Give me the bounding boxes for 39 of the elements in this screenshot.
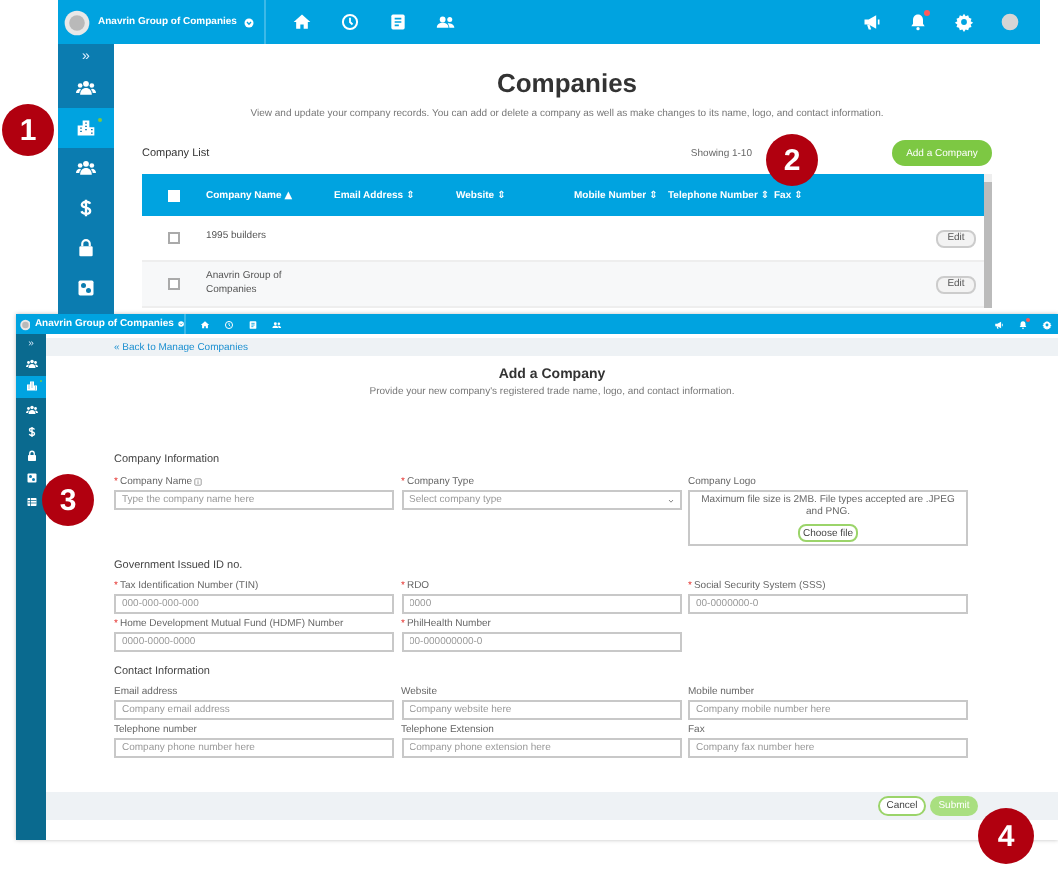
lock-icon[interactable] <box>76 238 96 258</box>
info-icon[interactable] <box>194 478 203 486</box>
step-marker: 1 <box>2 104 54 156</box>
people-icon[interactable] <box>76 158 96 178</box>
people-icon[interactable] <box>272 319 282 329</box>
caret-icon <box>667 497 673 503</box>
gear-icon[interactable] <box>954 12 974 32</box>
home-icon[interactable] <box>292 12 312 32</box>
gear-icon[interactable] <box>1042 319 1052 329</box>
document-icon[interactable] <box>248 319 258 329</box>
sidebar-item[interactable] <box>16 375 46 398</box>
dollar-icon[interactable] <box>76 198 96 218</box>
checkbox[interactable] <box>168 278 180 290</box>
megaphone-icon[interactable] <box>862 12 882 32</box>
people-icon[interactable] <box>25 357 37 370</box>
lock-icon[interactable] <box>25 449 37 462</box>
dollar-icon[interactable] <box>25 426 37 439</box>
buildings-icon[interactable] <box>76 118 96 138</box>
document-icon[interactable] <box>388 12 408 32</box>
dropdown-icon[interactable] <box>244 17 255 27</box>
page-title: Companies <box>494 68 640 98</box>
company-logo <box>64 9 90 35</box>
bell-icon[interactable] <box>908 12 928 32</box>
home-icon[interactable] <box>200 319 210 329</box>
people-icon[interactable] <box>76 78 96 98</box>
checkbox[interactable] <box>168 232 180 244</box>
people-icon[interactable] <box>25 403 37 416</box>
people-icon[interactable] <box>436 12 456 32</box>
buildings-icon[interactable] <box>25 380 37 393</box>
scrollbar[interactable] <box>984 174 992 308</box>
list-icon[interactable] <box>25 495 37 508</box>
clock-icon[interactable] <box>224 319 234 329</box>
dropdown-icon[interactable] <box>177 320 184 328</box>
bell-icon[interactable] <box>1018 319 1028 329</box>
company-logo <box>20 317 31 331</box>
step-marker: 4 <box>978 808 1034 864</box>
clock-icon[interactable] <box>340 12 360 32</box>
megaphone-icon[interactable] <box>994 319 1004 329</box>
avatar-icon[interactable] <box>1000 12 1020 32</box>
